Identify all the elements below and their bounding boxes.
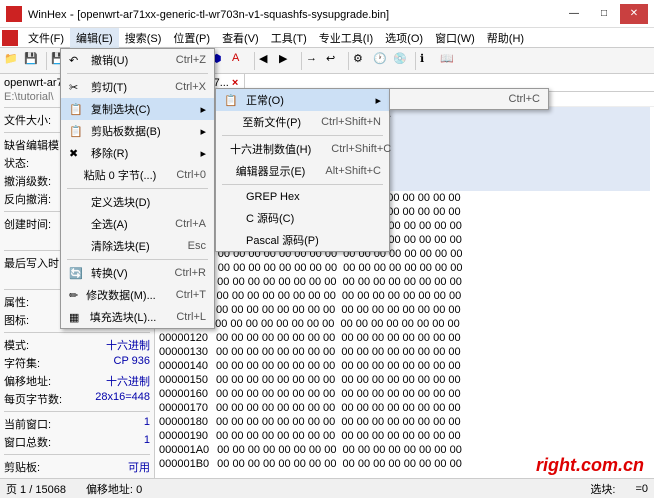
menu-search[interactable]: 搜索(S) <box>119 28 168 48</box>
menu-clear-block[interactable]: 清除选块(E)Esc <box>61 235 214 257</box>
status-page: 页 1 / 15068 <box>6 481 66 497</box>
hex-row[interactable]: 0000013000 00 00 00 00 00 00 00 00 00 00… <box>159 345 650 359</box>
copy-submenu: 📋正常(O)▸ 至新文件(P)Ctrl+Shift+N 十六进制数值(H)Ctr… <box>215 88 390 252</box>
clipboard-label: 剪贴板: <box>4 459 40 475</box>
menu-select-all[interactable]: 全选(A)Ctrl+A <box>61 213 214 235</box>
menu-define-block[interactable]: 定义选块(D) <box>61 191 214 213</box>
maximize-button[interactable]: □ <box>590 4 618 24</box>
hex-row[interactable]: 0000019000 00 00 00 00 00 00 00 00 00 00… <box>159 429 650 443</box>
minimize-button[interactable]: — <box>560 4 588 24</box>
menu-modify-data[interactable]: ✏修改数据(M)...Ctrl+T <box>61 284 214 306</box>
hex-row[interactable]: 0000012000 00 00 00 00 00 00 00 00 00 00… <box>159 331 650 345</box>
menu-fill-block[interactable]: ▦填充选块(L)...Ctrl+L <box>61 306 214 328</box>
filesize-label: 文件大小: <box>4 112 51 128</box>
copy-grep-hex[interactable]: GREP Hex <box>216 187 389 207</box>
menu-bar: 文件(F) 编辑(E) 搜索(S) 位置(P) 查看(V) 工具(T) 专业工具… <box>0 28 654 48</box>
menu-copy-block[interactable]: 📋复制选块(C)▸ <box>61 98 214 120</box>
nav-left-icon[interactable]: ◀ <box>259 52 277 70</box>
hex-row[interactable]: 0000018000 00 00 00 00 00 00 00 00 00 00… <box>159 415 650 429</box>
menu-tools[interactable]: 工具(T) <box>265 28 313 48</box>
ab-icon[interactable]: A <box>232 52 250 70</box>
reverse-undo-label: 反向撤消: <box>4 191 51 207</box>
drive-icon[interactable]: 💿 <box>393 52 411 70</box>
menu-help[interactable]: 帮助(H) <box>481 28 530 48</box>
win-count-label: 窗口总数: <box>4 434 51 450</box>
icons-label: 图标: <box>4 312 29 328</box>
app-icon <box>6 6 22 22</box>
hex-row[interactable]: 0000015000 00 00 00 00 00 00 00 00 00 00… <box>159 373 650 387</box>
hex-row[interactable]: 0000017000 00 00 00 00 00 00 00 00 00 00… <box>159 401 650 415</box>
attr-label: 属性: <box>4 294 29 310</box>
menu-edit[interactable]: 编辑(E) <box>70 28 119 48</box>
menu-cut[interactable]: ✂剪切(T)Ctrl+X <box>61 76 214 98</box>
copy-to-new-file[interactable]: 至新文件(P)Ctrl+Shift+N <box>216 111 389 133</box>
tab-close-icon[interactable]: × <box>232 77 238 89</box>
watermark: right.com.cn <box>536 455 644 476</box>
copy-normal[interactable]: 📋正常(O)▸ <box>216 89 389 111</box>
menu-window[interactable]: 窗口(W) <box>429 28 481 48</box>
title-bar: WinHex - [openwrt-ar71xx-generic-tl-wr70… <box>0 0 654 28</box>
copy-hex-values[interactable]: 十六进制数值(H)Ctrl+Shift+C <box>216 138 389 160</box>
clock-icon[interactable]: 🕐 <box>373 52 391 70</box>
hex-row[interactable]: 0000011000 00 00 00 00 00 00 00 00 00 00… <box>159 317 650 331</box>
nav-right-icon[interactable]: ▶ <box>279 52 297 70</box>
hex-row[interactable]: 000000E000 00 00 00 00 00 00 00 00 00 00… <box>159 275 650 289</box>
hex-row[interactable]: 000000F000 00 00 00 00 00 00 00 00 00 00… <box>159 289 650 303</box>
menu-remove[interactable]: ✖移除(R)▸ <box>61 142 214 164</box>
open-icon[interactable]: 📁 <box>4 52 22 70</box>
book-icon[interactable]: 📖 <box>440 52 458 70</box>
window-title: WinHex - [openwrt-ar71xx-generic-tl-wr70… <box>28 7 560 21</box>
menu-pro-tools[interactable]: 专业工具(I) <box>313 28 379 48</box>
hex-row[interactable]: 0000014000 00 00 00 00 00 00 00 00 00 00… <box>159 359 650 373</box>
copy-normal-submenu: Ctrl+C <box>389 88 549 110</box>
edit-dropdown: ↶撤销(U)Ctrl+Z ✂剪切(T)Ctrl+X 📋复制选块(C)▸ 📋剪贴板… <box>60 48 215 329</box>
app-menu-icon[interactable] <box>2 30 18 46</box>
hex-row[interactable]: 0000016000 00 00 00 00 00 00 00 00 00 00… <box>159 387 650 401</box>
default-edit-label: 缺省编辑模... <box>4 137 68 153</box>
undo-level-label: 撤消级数: <box>4 173 51 189</box>
close-button[interactable]: ✕ <box>620 4 648 24</box>
menu-options[interactable]: 选项(O) <box>379 28 429 48</box>
hex-row[interactable]: 000000D000 00 00 00 00 00 00 00 00 00 00… <box>159 261 650 275</box>
disk-icon[interactable]: 💾 <box>24 52 42 70</box>
bytes-per-page-label: 每页字节数: <box>4 391 62 407</box>
status-offset: 偏移地址: 0 <box>86 481 142 497</box>
copy-ctrl-c[interactable]: Ctrl+C <box>390 89 548 109</box>
copy-pascal-source[interactable]: Pascal 源码(P) <box>216 229 389 251</box>
menu-position[interactable]: 位置(P) <box>167 28 216 48</box>
menu-convert[interactable]: 🔄转换(V)Ctrl+R <box>61 262 214 284</box>
gear-icon[interactable]: ⚙ <box>353 52 371 70</box>
menu-clipboard-data[interactable]: 📋剪贴板数据(B)▸ <box>61 120 214 142</box>
back-icon[interactable]: ↩ <box>326 52 344 70</box>
charset-label: 字符集: <box>4 355 40 371</box>
cur-window-label: 当前窗口: <box>4 416 51 432</box>
mode-label: 模式: <box>4 337 29 353</box>
goto-icon[interactable]: → <box>306 52 324 70</box>
menu-undo[interactable]: ↶撤销(U)Ctrl+Z <box>61 49 214 71</box>
menu-view[interactable]: 查看(V) <box>216 28 265 48</box>
info-icon[interactable]: ℹ <box>420 52 438 70</box>
status-bar: 页 1 / 15068 偏移地址: 0 选块: =0 <box>0 478 654 498</box>
state-label: 状态: <box>4 155 29 171</box>
status-eq: =0 <box>635 483 648 495</box>
ctime-label: 创建时间: <box>4 216 51 232</box>
breadcrumb: E:\tutorial\ <box>4 91 54 103</box>
copy-editor-display[interactable]: 编辑器显示(E)Alt+Shift+C <box>216 160 389 182</box>
status-block: 选块: <box>590 481 615 497</box>
menu-file[interactable]: 文件(F) <box>22 28 70 48</box>
copy-c-source[interactable]: C 源码(C) <box>216 207 389 229</box>
offset-addr-label: 偏移地址: <box>4 373 51 389</box>
hex-row[interactable]: 0000010000 00 00 00 00 00 00 00 00 00 00… <box>159 303 650 317</box>
menu-paste-zero[interactable]: 粘贴 0 字节(...)Ctrl+0 <box>61 164 214 186</box>
